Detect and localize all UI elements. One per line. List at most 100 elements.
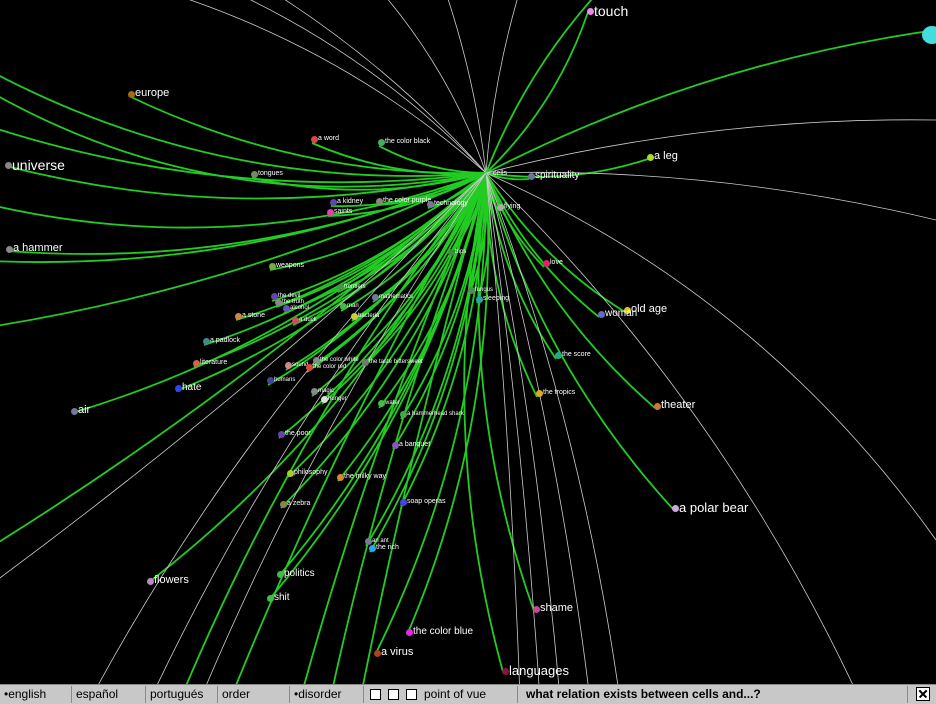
graph-node[interactable]: frontiers <box>337 284 366 291</box>
node-label: the poor <box>285 430 311 437</box>
graph-node[interactable]: a polar bear <box>672 501 748 514</box>
graph-node[interactable]: the taste bittersweet <box>362 359 423 366</box>
graph-node[interactable]: woman <box>598 309 637 319</box>
graph-node[interactable]: bacteria <box>351 313 380 320</box>
question-text: what relation exists between cells and..… <box>518 686 908 703</box>
graph-node[interactable]: saints <box>327 208 352 216</box>
disorder-button[interactable]: disorder <box>290 686 364 703</box>
graph-node[interactable]: a leg <box>647 151 678 162</box>
graph-node[interactable]: the color red <box>306 364 346 371</box>
node-dot-icon <box>654 402 661 410</box>
node-label: air <box>78 404 91 416</box>
graph-node[interactable]: a word <box>311 135 340 143</box>
graph-node[interactable]: alcohol <box>283 305 309 312</box>
graph-edge <box>284 0 487 174</box>
graph-edge <box>98 172 487 684</box>
graph-node[interactable]: philosophy <box>287 469 327 477</box>
graph-node[interactable]: a stone <box>235 312 265 320</box>
graph-node[interactable]: a padlock <box>203 337 240 345</box>
graph-edge <box>185 172 487 684</box>
graph-node[interactable]: fungus <box>468 287 493 294</box>
graph-node[interactable]: trips <box>448 249 466 256</box>
graph-node[interactable]: flowers <box>147 575 189 586</box>
screen-icon[interactable] <box>388 689 399 700</box>
graph-node[interactable]: the rich <box>369 544 399 552</box>
graph-node[interactable]: technology <box>427 200 468 208</box>
node-label: magic <box>318 388 335 394</box>
graph-node[interactable]: literature <box>193 359 227 367</box>
language-espanol-button[interactable]: español <box>72 686 146 703</box>
graph-node[interactable]: the score <box>555 351 591 359</box>
node-label: politics <box>284 568 315 579</box>
node-label: spirituality <box>535 170 580 181</box>
language-portugues-button[interactable]: portugués <box>146 686 218 703</box>
graph-node[interactable]: weapons <box>269 262 304 270</box>
node-label: sleeping <box>483 295 510 302</box>
graph-node[interactable]: the milky way <box>337 473 387 481</box>
stop-icon[interactable] <box>406 689 417 700</box>
node-dot-icon <box>427 200 434 208</box>
node-dot-icon <box>587 8 594 15</box>
graph-node[interactable]: a virus <box>374 646 414 658</box>
graph-node[interactable]: flying <box>497 203 520 211</box>
graph-node[interactable]: magic <box>311 388 335 395</box>
graph-node[interactable]: a banquet <box>392 441 430 449</box>
close-icon[interactable] <box>916 687 930 701</box>
node-label: the milky way <box>344 473 387 480</box>
node-label: touch <box>594 3 629 19</box>
graph-node[interactable]: languages <box>502 664 569 677</box>
graph-node[interactable]: a zebra <box>280 500 310 508</box>
graph-node[interactable]: the color white <box>313 357 359 364</box>
graph-node[interactable]: humans <box>267 377 295 384</box>
graph-node[interactable]: hunger <box>321 396 347 403</box>
graph-node[interactable]: spirituality <box>528 170 580 181</box>
graph-node[interactable]: touch <box>587 3 629 19</box>
graph-node[interactable]: hate <box>175 383 201 393</box>
graph-node[interactable]: man <box>340 303 359 310</box>
graph-node[interactable]: shame <box>533 603 573 614</box>
graph-node[interactable]: a hammerhead shark <box>400 411 464 418</box>
language-english-button[interactable]: english <box>0 686 72 703</box>
graph-node[interactable]: mathematics <box>372 294 413 301</box>
graph-node[interactable]: water <box>378 400 400 407</box>
graph-node[interactable]: universe <box>5 158 65 172</box>
graph-node[interactable]: the poor <box>278 430 311 438</box>
node-label: a virus <box>381 646 414 658</box>
node-dot-icon <box>536 389 543 397</box>
graph-node[interactable]: air <box>71 404 91 416</box>
node-label: the color purple <box>383 197 432 204</box>
graph-node[interactable]: the tropics <box>536 389 575 397</box>
graph-node[interactable]: the color blue <box>406 627 473 637</box>
record-icon[interactable] <box>370 689 381 700</box>
graph-node[interactable]: the color black <box>378 138 430 146</box>
node-label: technology <box>434 200 468 207</box>
point-of-view-label[interactable]: point of vue <box>424 686 486 703</box>
graph-node[interactable]: politics <box>277 568 315 579</box>
node-dot-icon <box>251 170 258 178</box>
graph-node[interactable]: love <box>543 259 563 267</box>
center-node[interactable]: cells <box>493 170 507 177</box>
graph-node[interactable]: shit <box>267 593 290 603</box>
graph-node[interactable]: europe <box>128 88 169 99</box>
graph-node[interactable]: a hammer <box>6 243 63 254</box>
node-dot-icon <box>267 377 274 384</box>
graph-edge <box>311 142 487 175</box>
graph-node[interactable]: tongues <box>251 170 283 178</box>
node-label: theater <box>661 399 696 411</box>
node-dot-icon <box>502 667 509 675</box>
node-label: bacteria <box>358 313 380 319</box>
node-dot-icon <box>392 441 399 449</box>
graph-node[interactable]: a duck <box>292 317 317 324</box>
graph-node[interactable]: theater <box>654 399 696 411</box>
graph-node[interactable]: a kidney <box>330 198 363 206</box>
node-label: a word <box>318 135 340 142</box>
order-button[interactable]: order <box>218 686 290 703</box>
node-dot-icon <box>337 473 344 481</box>
relation-graph[interactable]: cells touch europe universe a word the color… <box>0 0 936 684</box>
node-dot-icon <box>528 173 535 180</box>
offscreen-node-icon[interactable] <box>922 26 936 44</box>
graph-node[interactable]: sleeping <box>476 295 510 303</box>
graph-node[interactable]: soap operas <box>400 498 446 506</box>
node-label: frontiers <box>344 284 366 290</box>
graph-node[interactable]: the color purple <box>376 197 432 205</box>
